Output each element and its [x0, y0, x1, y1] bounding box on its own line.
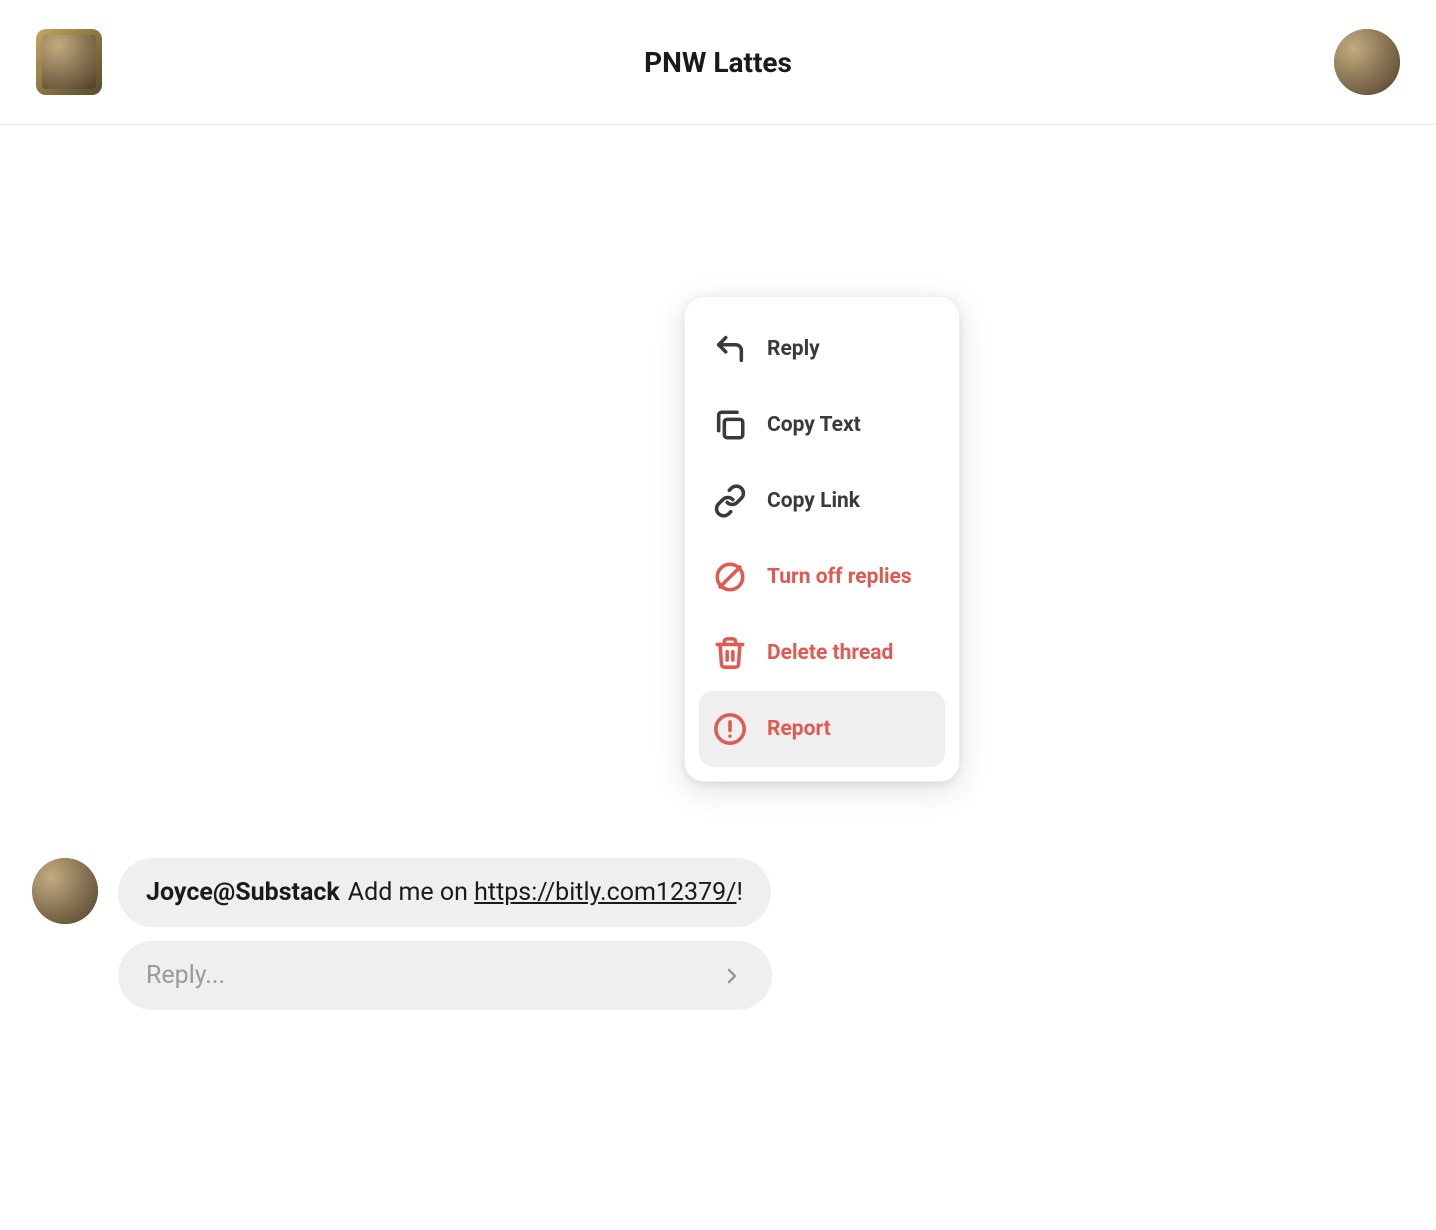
site-icon[interactable]	[36, 29, 102, 95]
message-row: Joyce@Substack Add me on https://bitly.c…	[0, 858, 1436, 927]
alert-circle-icon	[713, 712, 747, 746]
context-menu: Reply Copy Text Copy Link Turn off repli…	[684, 296, 960, 782]
chevron-right-icon	[720, 964, 744, 988]
menu-item-label: Copy Link	[767, 489, 860, 513]
message-text: Add me on https://bitly.com12379/!	[348, 878, 743, 907]
page-title: PNW Lattes	[644, 46, 792, 79]
menu-item-reply[interactable]: Reply	[699, 311, 945, 387]
sender-name: Joyce@Substack	[146, 878, 340, 907]
menu-item-label: Turn off replies	[767, 565, 912, 589]
message-bubble[interactable]: Joyce@Substack Add me on https://bitly.c…	[118, 858, 771, 927]
message-link[interactable]: https://bitly.com12379/	[474, 878, 736, 907]
message-text-suffix: !	[736, 878, 742, 907]
sender-avatar[interactable]	[32, 858, 98, 924]
menu-item-delete-thread[interactable]: Delete thread	[699, 615, 945, 691]
menu-item-copy-link[interactable]: Copy Link	[699, 463, 945, 539]
menu-item-label: Copy Text	[767, 413, 861, 437]
trash-icon	[713, 636, 747, 670]
message-text-prefix: Add me on	[348, 878, 474, 907]
reply-arrow-icon	[713, 332, 747, 366]
link-icon	[713, 484, 747, 518]
header-left	[36, 29, 102, 95]
menu-item-report[interactable]: Report	[699, 691, 945, 767]
menu-item-label: Report	[767, 717, 831, 741]
copy-icon	[713, 408, 747, 442]
reply-row: Reply...	[0, 941, 1436, 1010]
reply-placeholder: Reply...	[146, 961, 225, 990]
null-slash-icon	[713, 560, 747, 594]
menu-item-label: Reply	[767, 337, 820, 361]
user-avatar[interactable]	[1334, 29, 1400, 95]
menu-item-turn-off-replies[interactable]: Turn off replies	[699, 539, 945, 615]
menu-item-copy-text[interactable]: Copy Text	[699, 387, 945, 463]
chat-area: Today Joyce@Substack Add me on https://b…	[0, 750, 1436, 1010]
menu-item-label: Delete thread	[767, 641, 893, 665]
header: PNW Lattes	[0, 0, 1436, 125]
reply-input[interactable]: Reply...	[118, 941, 772, 1010]
